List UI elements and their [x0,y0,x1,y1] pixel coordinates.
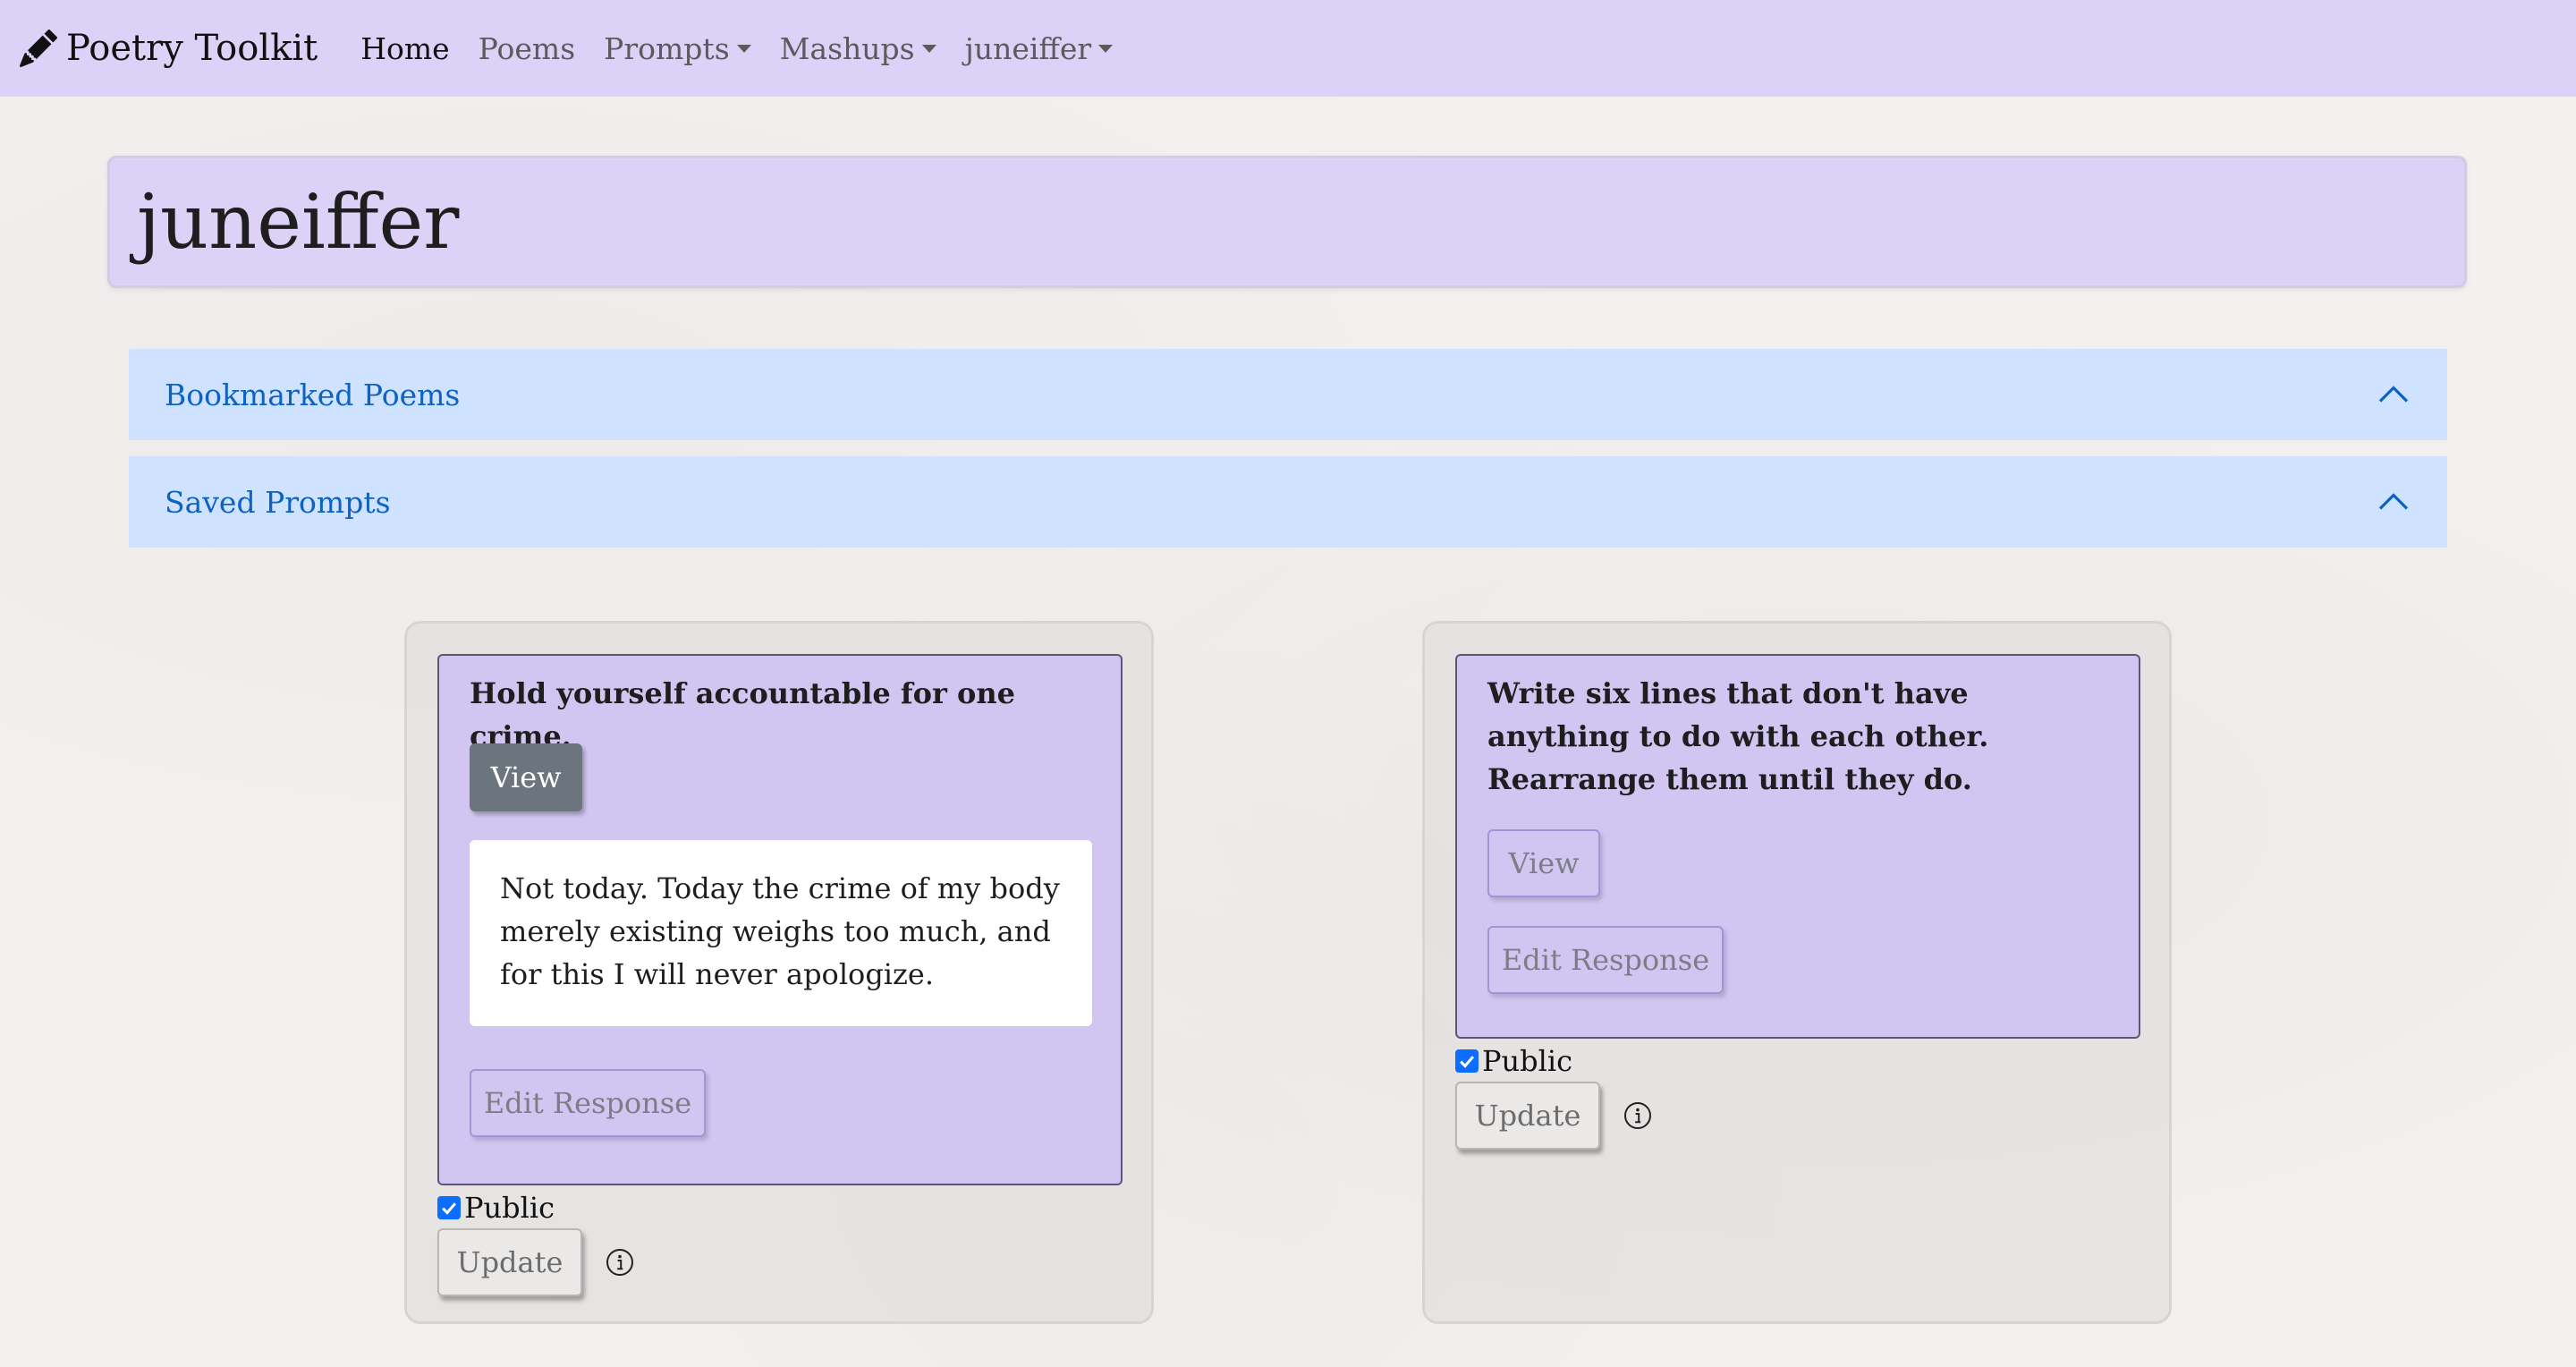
nav-home[interactable]: Home [360,31,449,66]
view-button[interactable]: View [1487,829,1600,897]
response-text: Not today. Today the crime of my body me… [470,840,1092,1026]
public-toggle: Public [1455,1044,1572,1078]
update-label: Update [456,1245,564,1279]
update-button[interactable]: Update [1455,1082,1600,1150]
prompt-text: Write six lines that don't have anything… [1487,676,1989,796]
caret-down-icon [736,44,751,53]
update-label: Update [1474,1099,1581,1133]
nav-prompts-label: Prompts [604,30,730,66]
nav-links: Home Poems Prompts Mashups juneiffer [360,31,1141,66]
update-button[interactable]: Update [437,1228,582,1296]
top-navbar: Poetry Toolkit Home Poems Prompts Mashup… [0,0,2576,97]
nav-poems-label: Poems [478,30,576,66]
caret-down-icon [1098,44,1114,53]
public-label: Public [464,1191,555,1225]
nav-user-label: juneiffer [964,30,1092,66]
public-checkbox[interactable] [1455,1049,1479,1073]
nav-poems[interactable]: Poems [479,31,576,66]
public-label: Public [1482,1044,1573,1078]
nav-mashups-label: Mashups [779,30,915,66]
page-title: juneiffer [137,178,460,266]
prompt-card-body: Write six lines that don't have anything… [1455,654,2140,1039]
saved-prompt-card: Write six lines that don't have anything… [1422,621,2172,1324]
check-icon [1460,1056,1475,1068]
info-icon[interactable] [1623,1101,1652,1130]
edit-response-button[interactable]: Edit Response [470,1069,706,1137]
nav-prompts-dropdown[interactable]: Prompts [604,30,751,66]
view-button-label: View [490,760,562,794]
nav-mashups-dropdown[interactable]: Mashups [780,31,936,66]
check-icon [442,1202,457,1215]
edit-response-label: Edit Response [1501,943,1710,977]
accordion-saved-prompts[interactable]: Saved Prompts [129,456,2447,548]
pencil-icon [20,30,57,67]
edit-response-button[interactable]: Edit Response [1487,926,1724,994]
chevron-up-icon [2378,386,2409,403]
nav-user-dropdown[interactable]: juneiffer [965,31,1114,66]
public-checkbox[interactable] [437,1196,461,1219]
brand-link[interactable]: Poetry Toolkit [20,28,318,69]
edit-response-label: Edit Response [483,1086,692,1120]
accordion-label: Saved Prompts [165,484,391,520]
nav-home-label: Home [360,30,450,66]
brand-name: Poetry Toolkit [66,28,318,69]
caret-down-icon [921,44,936,53]
chevron-up-icon [2378,493,2409,510]
public-toggle: Public [437,1191,555,1225]
info-icon[interactable] [606,1248,634,1277]
accordion-label: Bookmarked Poems [165,377,461,412]
view-button[interactable]: View [470,743,582,811]
accordion-bookmarked-poems[interactable]: Bookmarked Poems [129,349,2447,440]
view-button-label: View [1508,846,1580,880]
prompt-card-body: Hold yourself accountable for one crime.… [437,654,1123,1185]
saved-prompt-card: Hold yourself accountable for one crime.… [404,621,1154,1324]
profile-header: juneiffer [107,156,2467,288]
